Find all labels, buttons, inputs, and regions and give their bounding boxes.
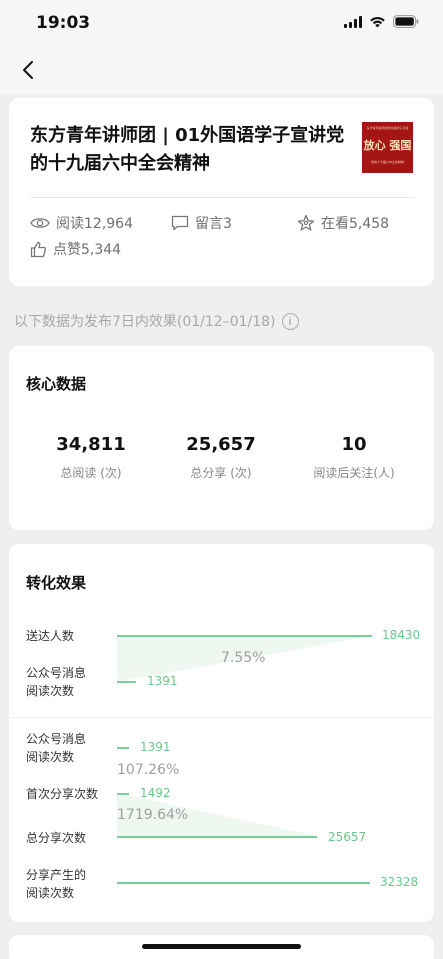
info-icon[interactable]: i [281, 312, 299, 330]
metric-value: 10 [341, 434, 367, 455]
metric-label: 总分享 (次) [190, 466, 252, 480]
stat-comment-text: 留言3 [195, 216, 232, 232]
row-label-msg-reads-2: 公众号消息 阅读次数 [26, 732, 87, 764]
bar-delivered [117, 635, 372, 637]
metric-value: 34,811 [56, 434, 126, 455]
metric-total-reads: 34,811 总阅读 (次) [31, 434, 151, 481]
row-label-share-reads: 分享产生的 阅读次数 [26, 868, 87, 900]
core-data-card: 核心数据 34,811 总阅读 (次) 25,657 总分享 (次) 10 阅读… [9, 346, 434, 530]
battery-icon [393, 15, 419, 28]
metric-value: 25,657 [186, 434, 256, 455]
stat-read: 阅读12,964 [30, 213, 133, 233]
rate-spread: 1719.64% [117, 807, 189, 823]
rate-share: 107.26% [117, 762, 180, 778]
bar-value-delivered: 18430 [382, 628, 421, 642]
nav-bar [0, 46, 443, 94]
metric-label: 总阅读 (次) [60, 466, 122, 480]
eye-icon [30, 218, 50, 228]
bar-value-msg-reads: 1391 [147, 674, 178, 688]
stat-like-text: 点赞5,344 [53, 242, 122, 258]
metric-label: 阅读后关注(人) [313, 466, 395, 480]
bar-value-msg-reads-2: 1391 [140, 740, 171, 754]
bar-value-total-shares: 25657 [328, 830, 367, 844]
stat-read-text: 阅读12,964 [56, 216, 133, 232]
bar-value-share-reads: 32328 [380, 875, 419, 889]
conversion-card: 转化效果 送达人数 18430 7.55% 公众号消息 阅读次数 1391 公众… [9, 544, 434, 922]
back-icon[interactable] [16, 56, 42, 84]
article-title: 东方青年讲师团 | 01外国语学子宣讲党的十九届六中全会精神 [30, 125, 345, 174]
row-label-first-shares: 首次分享次数 [26, 787, 99, 801]
section-separator [9, 717, 434, 718]
thumbs-up-icon [30, 241, 47, 257]
article-card[interactable]: 东方青年讲师团 | 01外国语学子宣讲党的十九届六中全会精神 东方青年讲师团外国… [9, 98, 434, 286]
bar-value-first-shares: 1492 [140, 786, 171, 800]
rate-read: 7.55% [221, 650, 266, 666]
stat-watching-text: 在看5,458 [321, 216, 390, 232]
bar-msg-reads [117, 681, 136, 683]
metric-follows-after-read: 10 阅读后关注(人) [294, 434, 414, 481]
wifi-icon [369, 16, 386, 28]
core-data-title: 核心数据 [26, 375, 87, 393]
stat-watching: 在看5,458 [297, 213, 389, 233]
article-thumbnail: 东方青年讲师团外国语学子宣讲 放心 强国 党的十九届六中全会精神 [362, 122, 413, 173]
watching-icon [297, 214, 315, 231]
cellular-signal-icon [344, 15, 362, 28]
bar-total-shares [117, 836, 317, 838]
bar-msg-reads-2 [117, 747, 129, 749]
row-label-msg-reads: 公众号消息 阅读次数 [26, 666, 87, 698]
divider [30, 197, 413, 198]
row-label-total-shares: 总分享次数 [26, 831, 87, 845]
stat-comment: 留言3 [171, 213, 232, 233]
status-time: 19:03 [36, 13, 91, 33]
home-indicator[interactable] [142, 944, 301, 949]
status-icons [344, 15, 419, 28]
comment-icon [171, 215, 189, 231]
stat-like: 点赞5,344 [30, 239, 121, 259]
bar-first-shares [117, 793, 129, 795]
row-label-delivered: 送达人数 [26, 629, 75, 643]
metric-total-shares: 25,657 总分享 (次) [161, 434, 281, 481]
status-bar: 19:03 [0, 0, 443, 46]
data-range-note: 以下数据为发布7日内效果(01/12–01/18) i [14, 311, 299, 331]
data-range-text: 以下数据为发布7日内效果(01/12–01/18) [14, 314, 276, 330]
bar-share-reads [117, 882, 370, 884]
